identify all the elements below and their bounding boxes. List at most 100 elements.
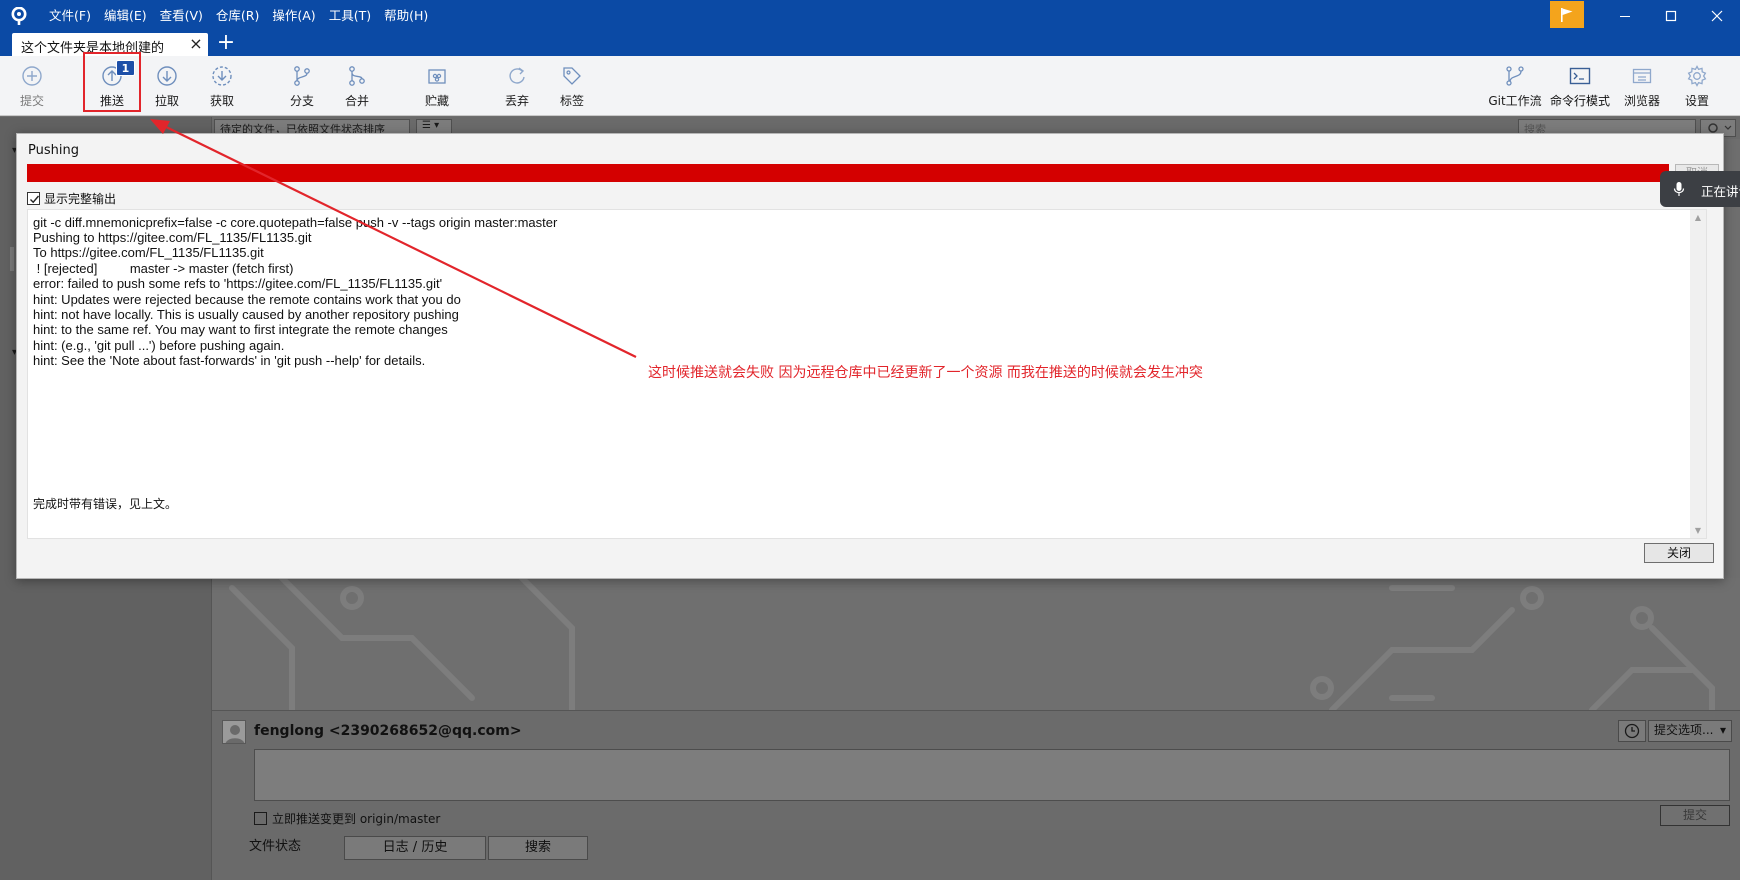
menu-bar: 文件(F) 编辑(E) 查看(V) 仓库(R) 操作(A) 工具(T) 帮助(H… (43, 0, 435, 32)
new-tab-button[interactable]: + (216, 32, 236, 54)
commit-label: 提交 (19, 94, 44, 108)
output-line: ! [rejected] master -> master (fetch fir… (33, 261, 294, 276)
settings-button[interactable]: 设置 (1671, 56, 1723, 112)
output-line: To https://gitee.com/FL_1135/FL1135.git (33, 245, 264, 260)
push-immediately-label: 立即推送变更到 origin/master (272, 812, 441, 826)
clock-icon (1624, 723, 1640, 739)
notification-flag-button[interactable] (1550, 1, 1584, 28)
browser-label: 浏览器 (1623, 94, 1660, 108)
title-bar: 文件(F) 编辑(E) 查看(V) 仓库(R) 操作(A) 工具(T) 帮助(H… (0, 0, 1740, 32)
pull-button[interactable]: 拉取 (141, 56, 193, 112)
git-flow-label: Git工作流 (1488, 94, 1542, 108)
push-immediately-checkbox[interactable]: 立即推送变更到 origin/master (254, 810, 440, 827)
browser-button[interactable]: 浏览器 (1616, 56, 1668, 112)
commit-button[interactable]: 提交 (6, 56, 58, 112)
tag-button[interactable]: 标签 (546, 56, 598, 112)
commit-message-input[interactable] (254, 749, 1730, 801)
annotation-note: 这时候推送就会失败 因为远程仓库中已经更新了一个资源 而我在推送的时候就会发生冲… (648, 365, 1203, 381)
discard-label: 丢弃 (504, 94, 529, 108)
menu-tools[interactable]: 工具(T) (323, 0, 377, 32)
merge-button[interactable]: 合并 (331, 56, 383, 112)
branch-label: 分支 (289, 94, 314, 108)
flag-icon (1561, 7, 1573, 22)
minimize-icon (1620, 16, 1630, 17)
settings-label: 设置 (1684, 94, 1709, 108)
menu-file[interactable]: 文件(F) (43, 0, 97, 32)
commit-author: fenglong <2390268652@qq.com> (254, 723, 522, 739)
bottom-tab-bar: 文件状态 日志 / 历史 搜索 (212, 830, 1740, 880)
branch-icon (294, 66, 310, 86)
scroll-up-icon[interactable]: ▲ (1693, 213, 1703, 222)
output-line: hint: Updates were rejected because the … (33, 292, 461, 307)
user-avatar-icon (225, 725, 245, 743)
close-window-button[interactable] (1694, 0, 1740, 32)
menu-actions[interactable]: 操作(A) (266, 0, 321, 32)
tab-log-history[interactable]: 日志 / 历史 (344, 836, 486, 860)
commit-history-button[interactable] (1618, 720, 1646, 742)
terminal-icon (1569, 67, 1591, 85)
show-full-output-checkbox[interactable]: 显示完整输出 (27, 190, 116, 207)
microphone-icon (1673, 182, 1685, 196)
tag-icon (563, 67, 581, 85)
stash-button[interactable]: 贮藏 (411, 56, 463, 112)
maximize-button[interactable] (1648, 0, 1694, 32)
chevron-down-icon: ▾ (1719, 723, 1726, 737)
empty-state-circuit-pattern (212, 578, 1740, 710)
merge-icon (349, 66, 365, 86)
discard-icon (509, 67, 525, 84)
tag-label: 标签 (559, 94, 584, 108)
avatar (222, 720, 246, 744)
checkbox-checked-icon (27, 192, 40, 205)
fetch-icon (212, 66, 232, 86)
commit-options-dropdown[interactable]: 提交选项... ▾ (1648, 720, 1732, 742)
push-progress-bar (27, 164, 1669, 182)
scroll-down-icon[interactable]: ▼ (1693, 526, 1703, 535)
tab-close-icon[interactable]: × (188, 36, 204, 52)
menu-edit[interactable]: 编辑(E) (98, 0, 153, 32)
sourcetree-logo-icon (11, 7, 27, 25)
output-line: hint: See the 'Note about fast-forwards'… (33, 353, 426, 368)
tab-search[interactable]: 搜索 (488, 836, 588, 860)
output-line: hint: not have locally. This is usually … (33, 307, 459, 322)
folder-browser-icon (1632, 68, 1652, 84)
completion-message: 完成时带有错误，见上文。 (33, 497, 178, 511)
menu-view[interactable]: 查看(V) (154, 0, 209, 32)
fetch-button[interactable]: 获取 (196, 56, 248, 112)
branch-button[interactable]: 分支 (276, 56, 328, 112)
tab-bar: 这个文件夹是本地创建的 × + (0, 32, 1740, 56)
dialog-title: Pushing (28, 143, 79, 158)
checkbox-icon (254, 812, 267, 825)
minimize-button[interactable] (1602, 0, 1648, 32)
push-progress-dialog: Pushing 取消 显示完整输出 git -c diff.mnemonicpr… (16, 133, 1724, 579)
discard-button[interactable]: 丢弃 (491, 56, 543, 112)
output-line: Pushing to https://gitee.com/FL_1135/FL1… (33, 230, 312, 245)
stash-label: 贮藏 (424, 94, 449, 108)
commit-panel: fenglong <2390268652@qq.com> 提交选项... ▾ 立即… (212, 710, 1740, 830)
commit-options-label: 提交选项... (1654, 723, 1714, 737)
output-line: hint: to the same ref. You may want to f… (33, 322, 448, 337)
terminal-label: 命令行模式 (1549, 94, 1610, 108)
git-flow-icon (1506, 66, 1524, 86)
pull-icon (157, 66, 177, 86)
merge-label: 合并 (344, 94, 369, 108)
git-flow-button[interactable]: Git工作流 (1484, 56, 1546, 112)
show-full-output-label: 显示完整输出 (44, 192, 117, 206)
voice-status-toast: 正在讲话 (1660, 171, 1740, 207)
menu-repository[interactable]: 仓库(R) (210, 0, 265, 32)
close-button[interactable]: 关闭 (1644, 543, 1714, 563)
voice-status-text: 正在讲话 (1701, 184, 1740, 199)
toolbar: 提交 推送 拉取 获取 分支 合并 贮藏 丢弃 标签 Git工作流 命令行模式 (0, 56, 1740, 116)
output-line: hint: (e.g., 'git pull ...') before push… (33, 338, 285, 353)
output-line: git -c diff.mnemonicprefix=false -c core… (33, 215, 558, 230)
stash-icon (428, 69, 446, 84)
push-button-highlight-box (83, 52, 141, 112)
commit-submit-button[interactable]: 提交 (1660, 805, 1730, 826)
gear-icon (1687, 65, 1707, 87)
pull-label: 拉取 (154, 94, 179, 108)
terminal-button[interactable]: 命令行模式 (1549, 56, 1611, 112)
menu-help[interactable]: 帮助(H) (378, 0, 434, 32)
tab-file-status[interactable]: 文件状态 (220, 836, 330, 860)
sidebar-selection-marker (10, 247, 14, 271)
output-scrollbar[interactable]: ▲ ▼ (1690, 210, 1706, 538)
close-icon (1711, 10, 1723, 22)
